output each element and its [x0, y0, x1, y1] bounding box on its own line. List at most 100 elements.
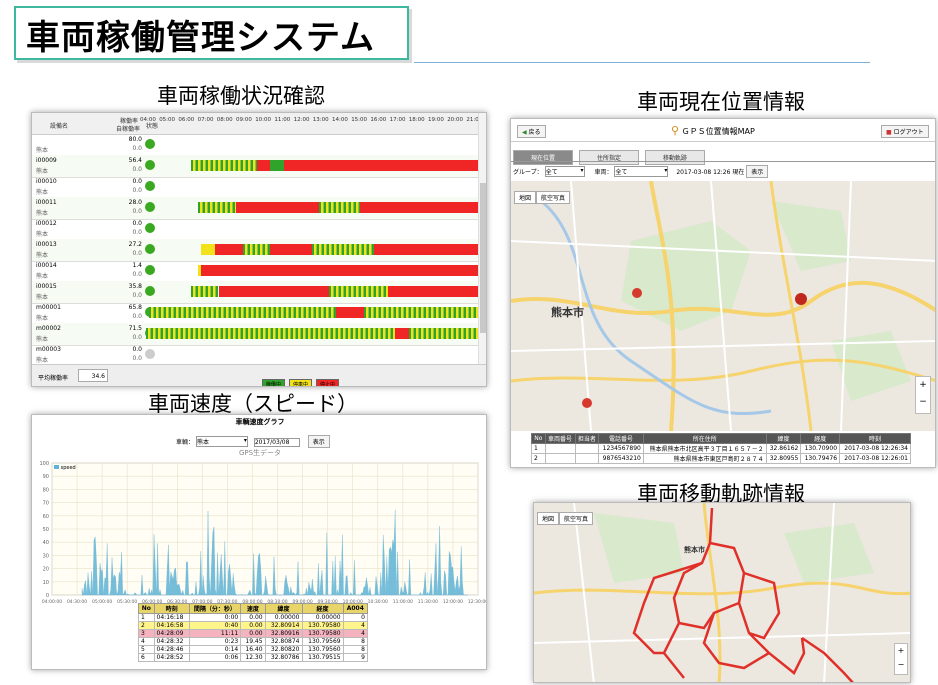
y-tick-label: 70 — [43, 501, 49, 507]
table-row[interactable]: 3 04:28:09 11:11 0.00 32.80916 130.79580 4 — [138, 629, 369, 638]
show-button[interactable]: 表示 — [746, 165, 769, 178]
timeline-segment — [318, 202, 361, 213]
table-cell: 12.30 — [240, 653, 266, 662]
table-cell — [544, 453, 576, 464]
table-cell: 0:40 — [188, 621, 242, 630]
track-panel: 地図 航空写真 熊本市 + − — [533, 502, 911, 683]
table-cell: 0.00 — [240, 613, 266, 622]
table-cell: 0:06 — [188, 653, 242, 662]
table-cell: 32.80820 — [264, 645, 303, 654]
zoom-out-icon[interactable]: − — [898, 660, 905, 669]
vehicle-select[interactable]: 全て ▾ — [614, 166, 669, 177]
status-legend: 稼働中 停車中 停止中 — [262, 371, 343, 386]
x-tick-label: 05:30:00 — [117, 599, 137, 605]
table-row[interactable]: 4 04:28:32 0:23 19.45 32.80874 130.79569 8 — [138, 637, 369, 646]
table-cell: 4 — [138, 637, 155, 646]
column-header: 速度 — [240, 603, 266, 614]
table-cell: 04:16:58 — [153, 621, 190, 630]
map-type-0[interactable]: 地図 — [514, 191, 537, 204]
zoom-in-icon[interactable]: + — [898, 646, 905, 655]
table-row[interactable]: i00010 熊本 0.0 0.0 — [32, 176, 478, 199]
table-cell: 130.79580 — [301, 629, 344, 638]
track-zoom-control[interactable]: + − — [894, 643, 908, 675]
speed-vehicle-select[interactable]: 熊本 ▾ — [195, 436, 248, 447]
timeline-segment — [311, 244, 375, 255]
device-location: 熊本 — [36, 168, 49, 175]
timeline-segment — [336, 307, 364, 318]
group-label: グループ： — [513, 169, 543, 176]
x-tick-label: 11:00:00 — [393, 599, 413, 605]
hour-tick: 11:00 — [274, 117, 291, 123]
tab-2[interactable]: 移動軌跡 — [645, 150, 705, 165]
timeline-segment — [215, 244, 243, 255]
table-row[interactable]: 2 9876543210 熊本県熊本市東区戸島町２８７４ 32.80955 130.79… — [531, 453, 911, 464]
table-cell: 0.00000 — [264, 613, 303, 622]
speed-date-input[interactable]: 2017/03/08 — [253, 438, 300, 447]
timeline-bar — [132, 265, 478, 276]
table-row[interactable]: 1 04:16:18 0:00 0.00 0.00000 0.00000 0 — [138, 613, 369, 622]
column-header: 間隔（分：秒） — [188, 603, 242, 614]
map-type-1[interactable]: 航空写真 — [536, 191, 571, 204]
table-row[interactable]: m00002 熊本 71.5 0.0 — [32, 323, 478, 346]
avg-value: 34.6 — [78, 369, 108, 382]
track-map-type-1[interactable]: 航空写真 — [559, 512, 594, 525]
table-row[interactable]: m00001 熊本 65.8 0.0 — [32, 302, 478, 325]
timeline-segment — [201, 244, 216, 255]
table-row[interactable]: 2 04:16:58 0:40 0.00 32.80914 130.79580 4 — [138, 621, 369, 630]
table-row[interactable]: i00009 熊本 56.4 0.0 — [32, 155, 478, 178]
table-cell: 130.79515 — [301, 653, 344, 662]
x-tick-label: 11:30:00 — [418, 599, 438, 605]
table-cell: 32.80916 — [264, 629, 303, 638]
table-cell: 130.70900 — [800, 443, 841, 454]
hour-axis: 04:00 05:00 06:00 07:00 08:00 09:00 10:00 11:00… — [132, 117, 482, 131]
device-location: 熊本 — [36, 231, 49, 238]
table-row[interactable]: i00013 熊本 27.2 0.0 — [32, 239, 478, 262]
zoom-control[interactable]: + − — [915, 376, 931, 414]
speed-show-button[interactable]: 表示 — [307, 435, 330, 448]
back-button[interactable]: ◀ 戻る — [517, 125, 546, 138]
table-cell: 04:28:52 — [153, 653, 190, 662]
device-id: m00003 — [36, 346, 61, 353]
table-cell: 3 — [138, 629, 155, 638]
track-map[interactable]: 地図 航空写真 熊本市 + − — [534, 503, 910, 682]
table-row[interactable]: i00014 熊本 1.4 0.0 — [32, 260, 478, 283]
map-pin-1 — [632, 288, 642, 298]
location-tabs: 現在位置 住所指定 移動軌跡 — [513, 145, 711, 165]
table-row[interactable]: i00012 熊本 0.0 0.0 — [32, 218, 478, 241]
timeline-bar — [132, 307, 478, 318]
status-scrollbar[interactable] — [478, 113, 486, 364]
tab-1[interactable]: 住所指定 — [579, 150, 639, 165]
table-row[interactable]: i00011 熊本 28.0 0.0 — [32, 197, 478, 220]
table-row[interactable]: 6 04:28:52 0:06 12.30 32.80786 130.79515 9 — [138, 653, 369, 662]
legend-item: 停車中 — [289, 379, 313, 386]
page-title: 車両稼働管理システム — [26, 18, 375, 58]
device-id: m00001 — [36, 304, 61, 311]
tab-divider — [511, 161, 935, 162]
table-cell: 0:14 — [188, 645, 242, 654]
scroll-thumb[interactable] — [480, 183, 486, 333]
table-row[interactable]: 5 04:28:46 0:14 16.40 32.80820 130.79560 8 — [138, 645, 369, 654]
zoom-out-icon[interactable]: − — [919, 397, 927, 407]
column-header: 所在住所 — [642, 433, 767, 444]
table-row[interactable]: 熊本 80.0 0.0 — [32, 134, 478, 157]
x-tick-label: 05:00:00 — [92, 599, 112, 605]
status-footer: 平均稼働率 34.6 稼働中 停車中 停止中 — [32, 364, 486, 386]
table-cell: 04:28:32 — [153, 637, 190, 646]
column-header: 時刻 — [153, 603, 190, 614]
timeline-segment — [201, 265, 478, 276]
table-cell — [574, 453, 600, 464]
device-id: i00014 — [36, 262, 57, 269]
table-cell: 4 — [342, 621, 369, 630]
group-select[interactable]: 全て ▾ — [544, 166, 585, 177]
timeline-segment — [256, 160, 271, 171]
column-header: No — [138, 603, 155, 614]
track-map-type-0[interactable]: 地図 — [537, 512, 560, 525]
table-row[interactable]: 1 1234567890 熊本県熊本市北区高平３丁目１６５７－２ 32.86162 13… — [531, 443, 911, 454]
tab-0[interactable]: 現在位置 — [513, 150, 573, 165]
timeline-segment — [270, 244, 312, 255]
logout-button[interactable]: ■ ログアウト — [881, 125, 929, 138]
location-map[interactable]: 地図 航空写真 熊本市 + − — [511, 181, 935, 431]
status-rows: 熊本 80.0 0.0 i00009 熊本 56.4 0.0 i00010 熊本 0.0 0.… — [32, 134, 478, 367]
zoom-in-icon[interactable]: + — [919, 380, 927, 390]
table-row[interactable]: i00015 熊本 35.8 0.0 — [32, 281, 478, 304]
